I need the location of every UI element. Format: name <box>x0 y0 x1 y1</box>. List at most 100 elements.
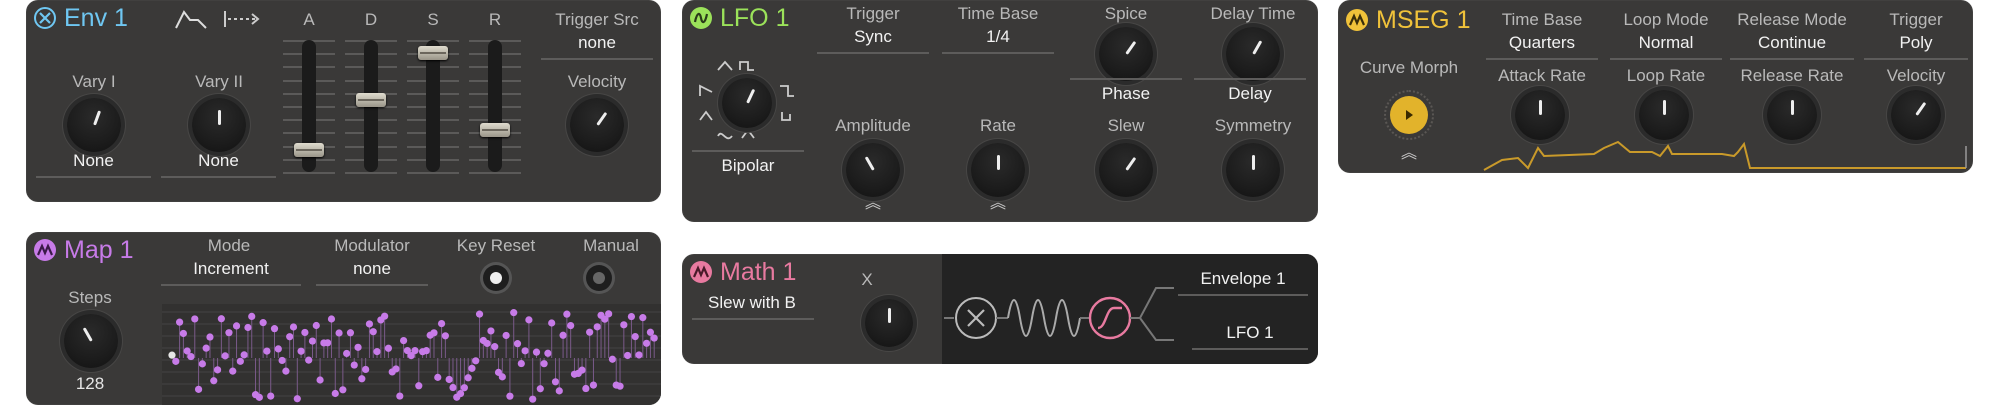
map-step-dot <box>384 344 393 352</box>
mseg-curve-display[interactable] <box>1482 140 1970 173</box>
map-step-dot <box>267 392 275 400</box>
lfo-shape-selector[interactable] <box>694 56 804 152</box>
map-step-dot <box>608 355 617 363</box>
map-step-dot <box>350 361 358 369</box>
env-power-icon[interactable] <box>34 7 56 29</box>
map-step-dot <box>441 332 449 340</box>
mseg-trigger-select[interactable]: Poly <box>1864 30 1968 60</box>
fader-tick <box>283 172 335 174</box>
vary-1-select[interactable]: None <box>36 148 151 178</box>
map-step-dot <box>635 351 643 359</box>
fader-tick <box>469 172 521 174</box>
math-x-knob[interactable] <box>865 299 913 347</box>
vary-2-knob[interactable] <box>192 98 246 152</box>
map-power-icon[interactable] <box>34 239 56 261</box>
key-reset-toggle[interactable] <box>483 265 509 291</box>
modulator-select[interactable]: none <box>316 256 428 286</box>
map-step-dot <box>468 364 476 372</box>
map-step-dot <box>430 329 438 337</box>
modulator-label: Modulator <box>334 236 410 255</box>
symmetry-knob[interactable] <box>1226 143 1280 197</box>
lfo-trigger-select[interactable]: Sync <box>817 24 929 54</box>
env-title[interactable]: Env 1 <box>34 4 128 32</box>
map-step-dot <box>483 339 491 348</box>
rate-knob[interactable] <box>971 143 1025 197</box>
vary-1-knob[interactable] <box>67 98 121 152</box>
loop-rate-knob[interactable] <box>1639 90 1689 140</box>
rate-expand-icon[interactable]: ︽ <box>988 196 1008 212</box>
spice-knob[interactable] <box>1099 27 1153 81</box>
loop-mode-label: Loop Mode <box>1623 10 1709 29</box>
lfo-shape-knob[interactable] <box>722 78 772 128</box>
fader-r[interactable] <box>480 122 510 137</box>
trigger-src-select[interactable]: none <box>541 30 653 60</box>
map-step-dot <box>639 314 647 322</box>
math-input-b-select[interactable]: LFO 1 <box>1192 320 1308 350</box>
delay-mode-select[interactable]: Delay <box>1194 78 1306 108</box>
delay-time-knob[interactable] <box>1226 27 1280 81</box>
map-mode-select[interactable]: Increment <box>161 256 301 286</box>
math-input-a-select[interactable]: Envelope 1 <box>1178 266 1308 296</box>
lfo-polarity-select[interactable]: Bipolar <box>692 150 804 180</box>
env-velocity-knob[interactable] <box>570 98 624 152</box>
map-step-dot <box>346 329 355 337</box>
fader-s[interactable] <box>418 45 448 60</box>
lfo-time-base-select[interactable]: 1/4 <box>942 24 1054 54</box>
map-step-dot <box>213 366 222 374</box>
lfo-power-icon[interactable] <box>690 7 712 29</box>
map-step-dot <box>586 328 594 336</box>
fader-d[interactable] <box>356 93 386 108</box>
amplitude-expand-icon[interactable]: ︽ <box>863 196 883 212</box>
mseg-title[interactable]: MSEG 1 <box>1346 6 1470 34</box>
amplitude-knob[interactable] <box>846 143 900 197</box>
map-step-dot <box>643 339 651 347</box>
math-operation-select[interactable]: Slew with B <box>692 290 814 320</box>
map-step-dot <box>335 329 343 337</box>
math-title[interactable]: Math 1 <box>690 258 796 286</box>
lfo-title[interactable]: LFO 1 <box>690 4 789 32</box>
map-step-dot <box>221 352 229 360</box>
map-step-dot <box>487 327 495 335</box>
fader-a[interactable] <box>294 142 324 157</box>
loop-mode-icon[interactable] <box>222 8 262 35</box>
slew-knob[interactable] <box>1099 143 1153 197</box>
release-rate-knob[interactable] <box>1767 90 1817 140</box>
mseg-power-icon[interactable] <box>1346 9 1368 31</box>
lfo-time-base-label: Time Base <box>957 4 1039 23</box>
key-reset-label: Key Reset <box>456 236 536 255</box>
map-step-dot <box>305 356 313 364</box>
map-step-dot <box>513 340 522 348</box>
vary-2-select[interactable]: None <box>161 148 276 178</box>
vary-1-label: Vary I <box>72 72 116 91</box>
mseg-velocity-knob[interactable] <box>1891 90 1941 140</box>
curve-morph-knob[interactable] <box>1384 90 1434 140</box>
map-step-dot <box>422 347 430 355</box>
map-step-dot <box>532 348 541 356</box>
mseg-title-label: MSEG 1 <box>1376 6 1471 34</box>
loop-mode-select[interactable]: Normal <box>1610 30 1722 60</box>
map-step-dot <box>400 336 408 345</box>
map-step-dot <box>616 382 624 390</box>
map-step-dot <box>217 315 225 323</box>
release-mode-select[interactable]: Continue <box>1730 30 1854 60</box>
map-step-dot <box>605 310 613 318</box>
map-step-dot <box>437 320 446 328</box>
map-step-dot <box>293 395 301 403</box>
math-power-icon[interactable] <box>690 261 712 283</box>
steps-knob[interactable] <box>64 314 118 368</box>
map-step-dot <box>229 367 237 375</box>
map-step-dot <box>187 352 195 361</box>
fader-tick <box>345 172 397 174</box>
map-step-dot <box>578 366 586 374</box>
map-title[interactable]: Map 1 <box>34 236 133 264</box>
map-step-dot <box>593 323 601 331</box>
envelope-shape-icon[interactable] <box>174 8 208 35</box>
manual-toggle[interactable] <box>586 265 612 291</box>
curve-morph-expand-icon[interactable]: ︽ <box>1399 146 1419 162</box>
map-step-display[interactable] <box>162 304 661 405</box>
release-rate-label: Release Rate <box>1740 66 1844 85</box>
spice-mode-select[interactable]: Phase <box>1070 78 1182 108</box>
math-panel: Math 1 Slew with B X Envelope 1 LFO 1 <box>682 254 1318 364</box>
mseg-time-base-select[interactable]: Quarters <box>1486 30 1598 60</box>
attack-rate-knob[interactable] <box>1515 90 1565 140</box>
